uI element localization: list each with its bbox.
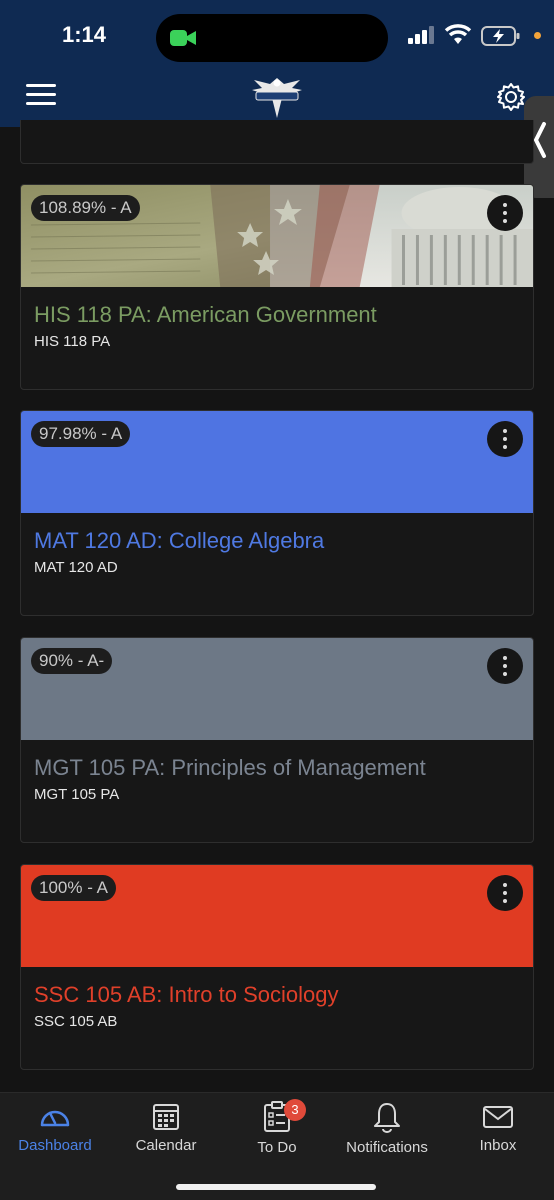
- gear-icon[interactable]: [496, 82, 526, 112]
- tab-todo[interactable]: 3 To Do: [222, 1099, 332, 1156]
- grade-badge: 97.98% - A: [31, 421, 131, 447]
- more-options-icon[interactable]: [487, 875, 523, 911]
- calendar-icon: [153, 1104, 179, 1130]
- hamburger-menu-icon[interactable]: [26, 84, 56, 110]
- course-title[interactable]: MGT 105 PA: Principles of Management: [34, 755, 426, 781]
- course-card[interactable]: 100% - A SSC 105 AB: Intro to Sociology …: [20, 864, 534, 1070]
- eagle-logo: [252, 78, 302, 118]
- course-title[interactable]: MAT 120 AD: College Algebra: [34, 528, 324, 554]
- status-time: 1:14: [62, 22, 107, 47]
- course-code: MGT 105 PA: [34, 786, 120, 803]
- course-card-partial[interactable]: [20, 120, 534, 164]
- course-code: MAT 120 AD: [34, 559, 118, 576]
- course-title[interactable]: HIS 118 PA: American Government: [34, 302, 377, 328]
- mail-icon: [483, 1106, 513, 1128]
- dynamic-island: [156, 14, 388, 62]
- bell-icon: [374, 1103, 400, 1133]
- cellular-signal-icon: [408, 26, 434, 44]
- facetime-camera-icon: [170, 30, 196, 46]
- more-options-icon[interactable]: [487, 195, 523, 231]
- grade-badge: 90% - A-: [31, 648, 113, 674]
- home-indicator: [176, 1184, 376, 1190]
- course-card[interactable]: 97.98% - A MAT 120 AD: College Algebra M…: [20, 410, 534, 616]
- tab-label: Dashboard: [18, 1137, 92, 1154]
- tab-calendar[interactable]: Calendar: [111, 1101, 221, 1154]
- wifi-icon: [444, 24, 472, 44]
- todo-count-badge: 3: [284, 1099, 306, 1121]
- course-code: SSC 105 AB: [34, 1013, 118, 1030]
- top-bar: 1:14: [0, 0, 554, 127]
- course-card[interactable]: 90% - A- MGT 105 PA: Principles of Manag…: [20, 637, 534, 843]
- privacy-dot: [534, 32, 541, 39]
- tab-label: To Do: [257, 1139, 297, 1156]
- course-title[interactable]: SSC 105 AB: Intro to Sociology: [34, 982, 339, 1008]
- tab-label: Notifications: [346, 1139, 428, 1156]
- grade-badge: 100% - A: [31, 875, 116, 901]
- more-options-icon[interactable]: [487, 648, 523, 684]
- bottom-tab-bar: Dashboard Calendar 3 To Do Notifications…: [0, 1092, 554, 1200]
- grade-badge: 108.89% - A: [31, 195, 140, 221]
- dashboard-icon: [40, 1110, 70, 1127]
- battery-charging-icon: [481, 26, 520, 46]
- tab-notifications[interactable]: Notifications: [332, 1101, 442, 1156]
- course-card[interactable]: 108.89% - A HIS 118 PA: American Governm…: [20, 184, 534, 390]
- chevron-left-icon: [533, 122, 546, 158]
- more-options-icon[interactable]: [487, 421, 523, 457]
- tab-dashboard[interactable]: Dashboard: [0, 1101, 110, 1154]
- tab-inbox[interactable]: Inbox: [443, 1101, 553, 1154]
- tab-label: Inbox: [479, 1137, 517, 1154]
- tab-label: Calendar: [135, 1137, 197, 1154]
- course-code: HIS 118 PA: [34, 333, 111, 350]
- app-screen: 1:14 108.89% - A HIS 118 PA: American Go…: [0, 0, 554, 1200]
